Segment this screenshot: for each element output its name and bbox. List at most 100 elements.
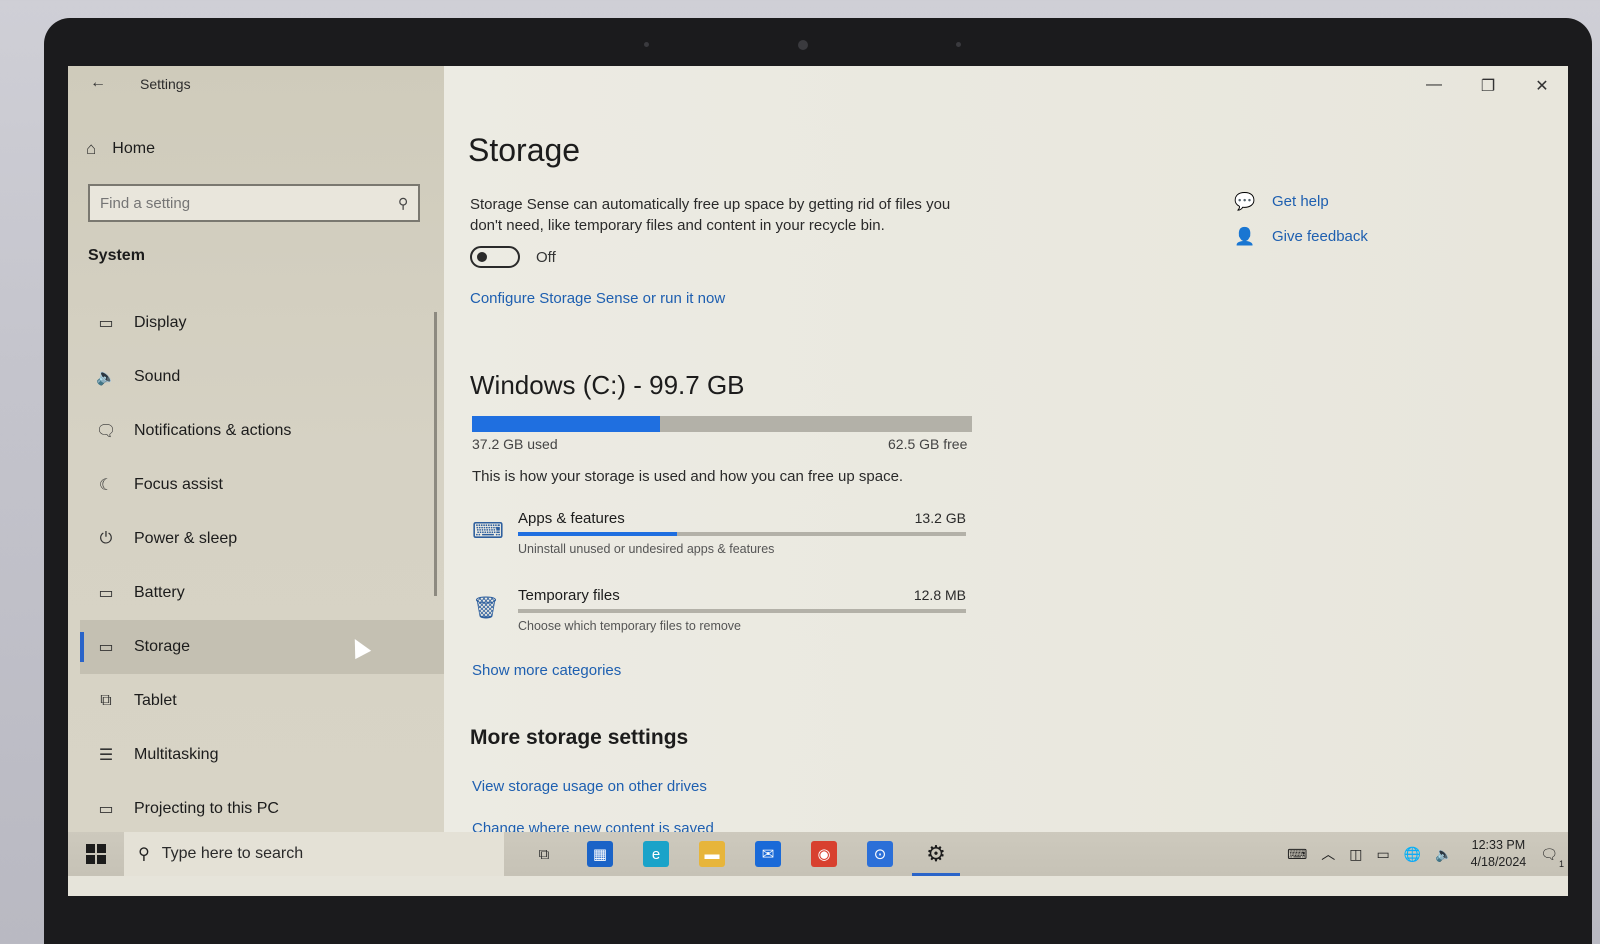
sidebar-item-power-sleep[interactable]: ⏻ Power & sleep xyxy=(80,512,444,566)
notification-count: 1 xyxy=(1558,858,1564,869)
taskbar-search[interactable]: ⚲ Type here to search xyxy=(124,832,504,876)
app-blue-icon: ⊙ xyxy=(867,841,893,867)
sidebar-item-label: Battery xyxy=(134,584,185,601)
sidebar-item-projecting[interactable]: ▭ Projecting to this PC xyxy=(80,782,444,836)
category-description: Choose which temporary files to remove xyxy=(518,619,742,633)
sidebar-item-notifications[interactable]: 🗨 Notifications & actions xyxy=(80,404,444,458)
keyboard-layout-icon[interactable]: ⌨ xyxy=(1287,846,1307,863)
give-feedback-label: Give feedback xyxy=(1272,228,1368,245)
microsoft-store-icon: ▦ xyxy=(587,841,613,867)
feedback-icon: 👤 xyxy=(1234,226,1256,246)
category-size: 12.8 MB xyxy=(913,587,966,603)
clock[interactable]: 12:33 PM 4/18/2024 xyxy=(1471,837,1527,871)
chevron-up-icon[interactable]: ︿ xyxy=(1321,844,1335,864)
drive-free-label: 62.5 GB free xyxy=(888,436,968,452)
sidebar-nav: ▭ Display 🔈 Sound 🗨 Notifications & acti… xyxy=(80,296,444,836)
sidebar-item-label: Power & sleep xyxy=(134,530,238,547)
taskbar-app-microsoft-store[interactable]: ▦ xyxy=(572,832,628,876)
sidebar-item-label: Multitasking xyxy=(134,746,219,763)
taskbar-app-settings[interactable]: ⚙ xyxy=(908,832,964,876)
close-button[interactable]: ✕ xyxy=(1532,76,1552,96)
category-bar xyxy=(518,609,966,613)
sidebar-item-label: Projecting to this PC xyxy=(134,800,279,817)
multitasking-icon: ☰ xyxy=(98,747,114,764)
drive-usage-bar[interactable] xyxy=(472,416,972,432)
taskbar-search-placeholder: Type here to search xyxy=(161,845,304,862)
notification-center-icon[interactable]: 🗨 1 xyxy=(1540,846,1564,869)
taskbar: ⚲ Type here to search ⧉ ▦ e ▬ ✉ ◉ ⊙ ⚙ ⌨ ︿ ◫ ▭ 🌐… xyxy=(68,832,1568,876)
home-label: Home xyxy=(112,140,155,157)
search-icon[interactable]: ⚲ xyxy=(398,195,408,212)
storage-sense-toggle[interactable] xyxy=(470,246,520,268)
sidebar-item-multitasking[interactable]: ☰ Multitasking xyxy=(80,728,444,782)
taskbar-app-file-explorer[interactable]: ▬ xyxy=(684,832,740,876)
category-temporary-files[interactable]: 🗑 Temporary files 12.8 MB Choose which t… xyxy=(472,587,966,645)
taskbar-app-chrome[interactable]: ◉ xyxy=(796,832,852,876)
projector-icon: ▭ xyxy=(98,801,114,818)
start-button[interactable] xyxy=(68,832,124,876)
edge-icon: e xyxy=(643,841,669,867)
sidebar-item-storage[interactable]: ▭ Storage xyxy=(80,620,444,674)
minimize-button[interactable]: — xyxy=(1424,76,1444,96)
taskbar-apps: ⧉ ▦ e ▬ ✉ ◉ ⊙ ⚙ xyxy=(516,832,964,876)
get-help-label: Get help xyxy=(1272,193,1329,210)
notification-icon: 🗨 xyxy=(96,423,117,440)
category-apps-features[interactable]: ⌨ Apps & features 13.2 GB Uninstall unus… xyxy=(472,510,966,568)
clock-date: 4/18/2024 xyxy=(1470,855,1527,869)
battery-tray-icon[interactable]: ▭ xyxy=(1377,846,1390,863)
camera xyxy=(798,40,808,50)
category-bar-fill xyxy=(518,532,678,536)
sidebar-item-battery[interactable]: ▭ Battery xyxy=(80,566,444,620)
windows-logo-icon xyxy=(86,844,106,864)
sidebar-item-label: Sound xyxy=(134,368,181,385)
chrome-icon: ◉ xyxy=(811,841,837,867)
maximize-button[interactable]: ❐ xyxy=(1478,76,1498,96)
sidebar-item-label: Tablet xyxy=(134,692,177,709)
storage-page: — ❐ ✕ Storage Storage Sense can automati… xyxy=(444,66,1568,852)
volume-icon[interactable]: 🔈 xyxy=(1435,846,1452,863)
window-controls: — ❐ ✕ xyxy=(1424,76,1552,96)
give-feedback-link[interactable]: 👤 Give feedback xyxy=(1234,219,1368,254)
power-icon: ⏻ xyxy=(99,530,113,547)
sidebar-item-label: Focus assist xyxy=(134,476,223,493)
taskbar-app-mail[interactable]: ✉ xyxy=(740,832,796,876)
task-view-icon: ⧉ xyxy=(538,845,550,863)
find-setting-search[interactable]: ⚲ xyxy=(88,184,420,222)
battery-icon: ▭ xyxy=(98,585,114,602)
drive-used-label: 37.2 GB used xyxy=(472,436,558,452)
speaker-icon: 🔈 xyxy=(96,369,116,386)
sidebar-scrollbar[interactable] xyxy=(434,312,437,596)
file-explorer-icon: ▬ xyxy=(699,841,725,867)
configure-storage-sense-link[interactable]: Configure Storage Sense or run it now xyxy=(470,290,725,307)
help-panel: 💬 Get help 👤 Give feedback xyxy=(1234,184,1368,254)
show-more-categories-link[interactable]: Show more categories xyxy=(472,662,621,679)
category-name: Apps & features xyxy=(518,510,625,527)
search-icon: ⚲ xyxy=(138,846,150,863)
category-size: 13.2 GB xyxy=(914,510,966,526)
sidebar-item-label: Display xyxy=(134,314,187,331)
storage-usage-description: This is how your storage is used and how… xyxy=(472,468,904,485)
back-button[interactable]: ← xyxy=(86,72,110,94)
taskbar-app-task-view[interactable]: ⧉ xyxy=(516,832,572,876)
taskbar-app-edge[interactable]: e xyxy=(628,832,684,876)
taskbar-app-app-blue[interactable]: ⊙ xyxy=(852,832,908,876)
sidebar-item-sound[interactable]: 🔈 Sound xyxy=(80,350,444,404)
window-title: Settings xyxy=(140,76,191,92)
home-link[interactable]: ⌂ Home xyxy=(86,134,155,164)
get-help-link[interactable]: 💬 Get help xyxy=(1234,184,1368,219)
sidebar-item-focus-assist[interactable]: ☾ Focus assist xyxy=(80,458,444,512)
sensor-left xyxy=(644,42,649,47)
category-name: Temporary files xyxy=(518,587,620,604)
view-other-drives-link[interactable]: View storage usage on other drives xyxy=(472,778,707,795)
page-title: Storage xyxy=(468,132,581,168)
settings-icon: ⚙ xyxy=(926,841,946,866)
network-icon[interactable]: 🌐 xyxy=(1404,846,1421,863)
find-setting-input[interactable] xyxy=(100,194,398,212)
keyboard-icon: ⌨ xyxy=(472,518,504,543)
meet-now-icon[interactable]: ◫ xyxy=(1349,846,1362,863)
tablet-icon: ⧉ xyxy=(100,692,112,709)
sidebar-item-tablet[interactable]: ⧉ Tablet xyxy=(80,674,444,728)
drive-usage-fill xyxy=(472,416,660,432)
sidebar-item-display[interactable]: ▭ Display xyxy=(80,296,444,350)
drive-title: Windows (C:) - 99.7 GB xyxy=(470,370,745,400)
